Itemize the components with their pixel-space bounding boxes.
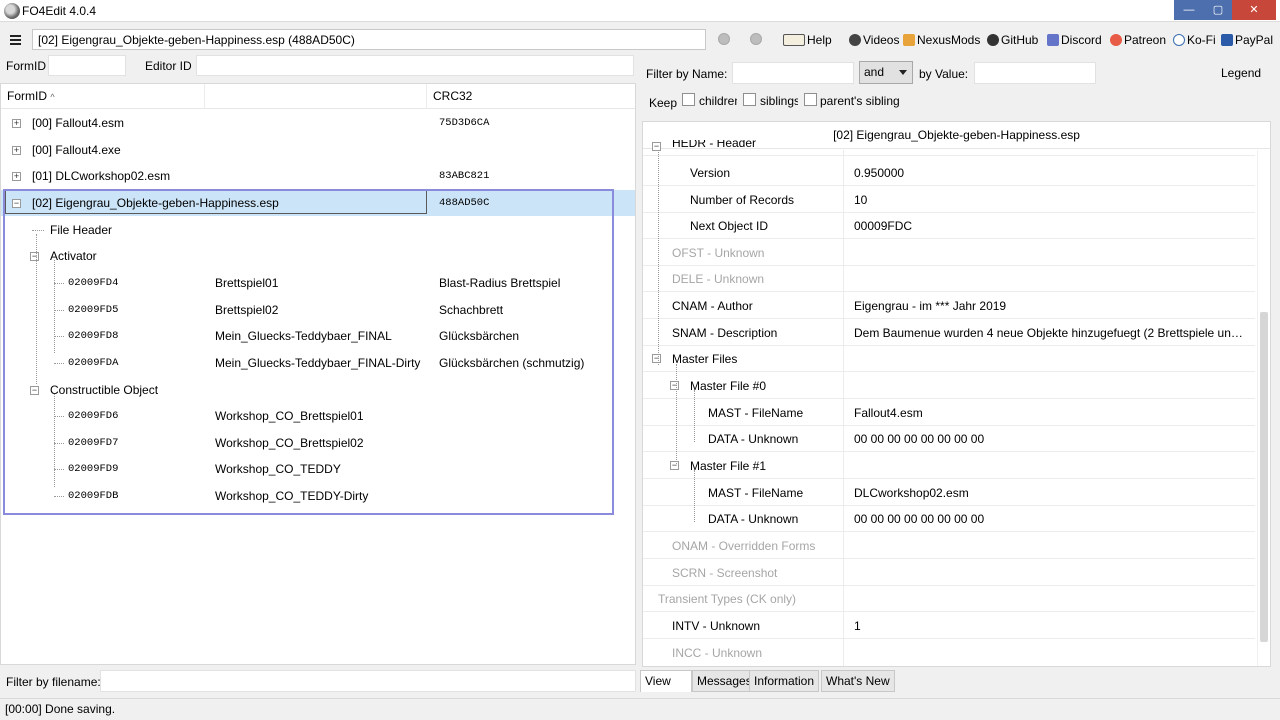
record-row[interactable]: OFST - Unknown (643, 239, 1255, 266)
filter-value-input[interactable] (974, 62, 1096, 84)
tree-header: FormID ^ CRC32 (1, 84, 635, 109)
minimize-button[interactable]: — (1174, 0, 1204, 20)
book-icon (783, 34, 805, 46)
video-icon (849, 34, 861, 46)
record-row[interactable]: Next Object ID 00009FDC (643, 212, 1255, 239)
highlight-box (3, 189, 614, 515)
record-row[interactable]: Number of Records 10 (643, 186, 1255, 213)
forward-icon[interactable] (750, 33, 762, 45)
record-row[interactable]: ONAM - Overridden Forms (643, 532, 1255, 559)
status-bar: [00:00] Done saving. (0, 698, 1280, 720)
chevron-down-icon (899, 70, 907, 75)
record-row[interactable]: MAST - FileName Fallout4.esm (643, 399, 1255, 426)
filter-filename-label: Filter by filename: (6, 675, 101, 689)
window-title: FO4Edit 4.0.4 (22, 4, 97, 18)
close-button[interactable]: ✕ (1232, 0, 1276, 20)
videos-link[interactable]: Videos (849, 33, 899, 47)
record-row[interactable]: SCRN - Screenshot (643, 559, 1255, 586)
record-row[interactable]: − HEDR - Header (643, 140, 1255, 156)
github-icon (987, 34, 999, 46)
tab-whats-new[interactable]: What's New (821, 670, 895, 692)
filter-name-input[interactable] (732, 62, 854, 84)
keep-siblings-checkbox[interactable] (743, 93, 756, 106)
expand-icon[interactable]: + (12, 172, 21, 181)
collapse-icon[interactable]: − (652, 142, 661, 151)
column-formid[interactable]: FormID ^ (1, 84, 205, 109)
record-row[interactable]: − Master File #0 (643, 372, 1255, 399)
current-file-field[interactable]: [02] Eigengrau_Objekte-geben-Happiness.e… (32, 29, 706, 50)
record-row[interactable]: DATA - Unknown 00 00 00 00 00 00 00 00 (643, 505, 1255, 532)
record-row[interactable]: SNAM - Description Dem Baumenue wurden 4… (643, 319, 1255, 346)
keep-children-checkbox[interactable] (682, 93, 695, 106)
column-crc32[interactable]: CRC32 (427, 84, 635, 109)
kofi-link[interactable]: Ko-Fi (1173, 33, 1216, 47)
title-bar: FO4Edit 4.0.4 — ▢ ✕ (0, 0, 1280, 22)
nexusmods-icon (903, 34, 915, 46)
keep-children-label: children (699, 94, 737, 108)
paypal-link[interactable]: PayPal (1221, 33, 1273, 47)
record-row[interactable]: INCC - Unknown (643, 639, 1255, 666)
keep-label: Keep (649, 96, 678, 110)
record-row[interactable]: INTV - Unknown 1 (643, 612, 1255, 639)
tab-messages[interactable]: Messages (692, 670, 757, 692)
github-link[interactable]: GitHub (987, 33, 1038, 47)
tab-information[interactable]: Information (749, 670, 820, 692)
kofi-icon (1173, 34, 1185, 46)
record-row[interactable]: − Master Files (643, 345, 1255, 372)
filter-filename-input[interactable] (100, 670, 636, 692)
record-row[interactable]: MAST - FileName DLCworkshop02.esm (643, 479, 1255, 506)
keep-siblings-label: siblings (760, 94, 798, 108)
editorid-input[interactable] (196, 55, 634, 76)
and-or-dropdown[interactable]: and (859, 61, 913, 84)
app-icon (4, 3, 20, 19)
formid-label: FormID (6, 59, 46, 73)
patreon-icon (1110, 34, 1122, 46)
tree-row[interactable]: + [00] Fallout4.esm 75D3D6CA (1, 110, 635, 136)
formid-input[interactable] (48, 55, 126, 76)
tab-view[interactable]: View (640, 670, 692, 692)
expand-icon[interactable]: + (12, 119, 21, 128)
by-value-label: by Value: (919, 67, 969, 81)
help-link[interactable]: Help (783, 33, 832, 47)
discord-icon (1047, 34, 1059, 46)
maximize-button[interactable]: ▢ (1203, 0, 1233, 20)
menu-icon[interactable] (10, 35, 21, 46)
record-row[interactable]: Transient Types (CK only) (643, 585, 1255, 612)
filter-name-label: Filter by Name: (646, 67, 728, 81)
collapse-icon[interactable]: − (652, 354, 661, 363)
scrollbar-thumb[interactable] (1260, 312, 1268, 642)
record-row[interactable]: DELE - Unknown (643, 265, 1255, 292)
patreon-link[interactable]: Patreon (1110, 33, 1166, 47)
record-row[interactable]: DATA - Unknown 00 00 00 00 00 00 00 00 (643, 425, 1255, 452)
sort-ascending-icon: ^ (50, 92, 55, 102)
collapse-icon[interactable]: − (670, 381, 679, 390)
status-text: [00:00] Done saving. (5, 702, 116, 716)
legend-button[interactable]: Legend (1221, 66, 1261, 80)
collapse-icon[interactable]: − (670, 461, 679, 470)
record-row[interactable]: CNAM - Author Eigengrau - im *** Jahr 20… (643, 292, 1255, 319)
keep-parents-sibling-checkbox[interactable] (804, 93, 817, 106)
record-view[interactable]: [02] Eigengrau_Objekte-geben-Happiness.e… (642, 121, 1271, 667)
back-icon[interactable] (718, 33, 730, 45)
tree-row[interactable]: + [01] DLCworkshop02.esm 83ABC821 (1, 163, 635, 189)
expand-icon[interactable]: + (12, 146, 21, 155)
editorid-label: Editor ID (145, 59, 192, 73)
paypal-icon (1221, 34, 1233, 46)
nexusmods-link[interactable]: NexusMods (903, 33, 980, 47)
record-row[interactable]: Version 0.950000 (643, 159, 1255, 186)
record-row[interactable]: − Master File #1 (643, 452, 1255, 479)
column-editorid[interactable] (205, 84, 427, 109)
keep-parents-sibling-label: parent's sibling (820, 94, 900, 108)
discord-link[interactable]: Discord (1047, 33, 1102, 47)
tree-row[interactable]: + [00] Fallout4.exe (1, 137, 635, 163)
